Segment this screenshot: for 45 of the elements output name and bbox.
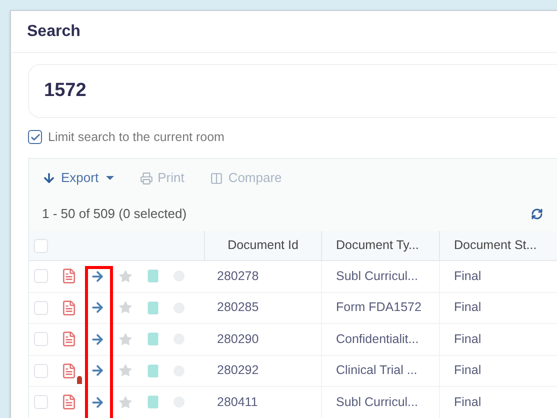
table-cell: 280278 bbox=[205, 261, 322, 292]
checkbox[interactable] bbox=[28, 130, 42, 144]
table-cell: Final bbox=[440, 261, 557, 292]
star-icon[interactable] bbox=[118, 363, 133, 378]
star-icon[interactable] bbox=[118, 300, 133, 316]
table-cell: Final bbox=[440, 324, 557, 354]
star-icon[interactable] bbox=[118, 394, 133, 410]
table-cell: Final bbox=[440, 292, 557, 323]
star-icon[interactable] bbox=[118, 332, 133, 347]
limit-option-label: Limit search to the current room bbox=[48, 128, 224, 146]
arrow-right-icon[interactable] bbox=[90, 363, 105, 378]
download-icon bbox=[42, 171, 56, 185]
check-icon bbox=[30, 132, 40, 142]
result-count: 1 - 50 of 509 (0 selected) bbox=[42, 205, 187, 224]
table-cell: Final bbox=[440, 387, 557, 418]
arrow-right-icon[interactable] bbox=[90, 268, 105, 284]
table-cell: 280411 bbox=[205, 387, 322, 418]
table-cell: Confidentialit... bbox=[322, 324, 440, 354]
pdf-file-icon[interactable] bbox=[61, 268, 77, 284]
pdf-file-icon[interactable] bbox=[61, 300, 77, 316]
search-field[interactable]: 1572 bbox=[28, 64, 557, 118]
print-icon bbox=[140, 172, 153, 184]
table-cell: Final bbox=[440, 356, 557, 386]
refresh-icon[interactable] bbox=[531, 208, 543, 220]
table-cell: Subl Curricul... bbox=[322, 387, 440, 418]
dialog-title: Search bbox=[27, 22, 80, 42]
arrow-right-icon[interactable] bbox=[90, 300, 105, 316]
column-header[interactable]: Document Ty... bbox=[322, 231, 440, 260]
arrow-right-icon[interactable] bbox=[90, 332, 105, 347]
table-cell: Form FDA1572 bbox=[322, 292, 440, 323]
pdf-file-icon[interactable] bbox=[61, 362, 77, 379]
arrow-right-icon[interactable] bbox=[90, 394, 105, 410]
pdf-file-icon[interactable] bbox=[61, 394, 77, 410]
table-cell: Clinical Trial ... bbox=[322, 356, 440, 386]
column-header[interactable]: Document St... bbox=[440, 231, 557, 260]
column-header[interactable]: Document Id bbox=[205, 231, 322, 260]
columns-icon bbox=[210, 172, 224, 184]
caret-icon bbox=[106, 176, 114, 180]
export-dropdown[interactable]: Export bbox=[42, 168, 114, 188]
table-cell: 280292 bbox=[205, 356, 322, 386]
table-cell: Subl Curricul... bbox=[322, 261, 440, 292]
star-icon[interactable] bbox=[118, 268, 133, 284]
pdf-file-icon[interactable] bbox=[61, 331, 77, 348]
table-cell: 280290 bbox=[205, 324, 322, 354]
table-cell: 280285 bbox=[205, 292, 322, 323]
